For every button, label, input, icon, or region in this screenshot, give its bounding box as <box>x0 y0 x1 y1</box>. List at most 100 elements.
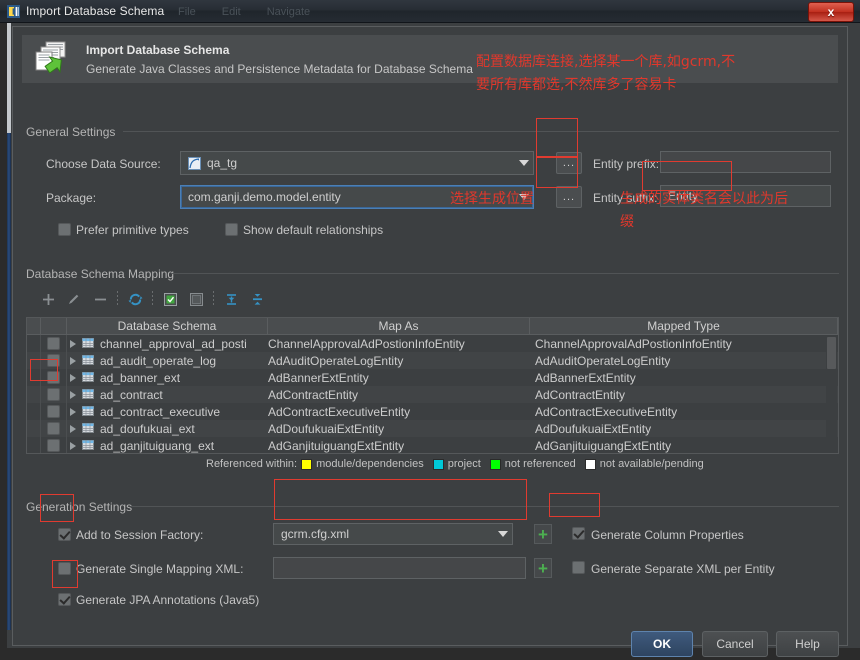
add-to-session-factory-checkbox[interactable] <box>58 528 71 541</box>
row-map-as-cell[interactable]: AdGanjituiguangExtEntity <box>268 437 530 453</box>
row-map-as-cell[interactable]: AdAuditOperateLogEntity <box>268 352 530 369</box>
remove-button[interactable] <box>87 288 113 310</box>
row-mapped-type: AdContractEntity <box>535 387 626 402</box>
package-combo[interactable]: com.ganji.demo.model.entity <box>180 185 534 209</box>
generate-jpa-annotations-checkbox[interactable] <box>58 593 71 606</box>
refresh-button[interactable] <box>122 288 148 310</box>
package-browse-button[interactable]: ... <box>556 186 582 208</box>
row-map-as-cell[interactable]: AdContractExecutiveEntity <box>268 403 530 420</box>
row-map-as-cell[interactable]: AdBannerExtEntity <box>268 369 530 386</box>
row-checkbox-cell[interactable] <box>41 386 67 403</box>
generate-single-mapping-xml-checkbox[interactable] <box>58 562 71 575</box>
row-mapped-type-cell[interactable]: AdAuditOperateLogEntity <box>530 352 838 369</box>
row-checkbox-cell[interactable] <box>41 352 67 369</box>
generate-column-properties-checkbox[interactable] <box>572 527 585 540</box>
table-row[interactable]: ad_contract_executive AdContractExecutive… <box>27 403 838 420</box>
entity-suffix-value: Entity <box>668 189 699 203</box>
row-mapped-type-cell[interactable]: AdGanjituiguangExtEntity <box>530 437 838 453</box>
cancel-button[interactable]: Cancel <box>702 631 768 657</box>
table-row[interactable]: ad_audit_operate_log AdAuditOperateLogEnt… <box>27 352 838 369</box>
table-row[interactable]: ad_ganjituiguang_ext AdGanjituiguangExtEn… <box>27 437 838 453</box>
row-checkbox-cell[interactable] <box>41 437 67 453</box>
add-single-mapping-xml-button[interactable]: + <box>534 558 552 578</box>
row-map-as: AdContractExecutiveEntity <box>268 404 411 419</box>
row-mapped-type-cell[interactable]: AdContractEntity <box>530 386 838 403</box>
row-mapped-type-cell[interactable]: ChannelApprovalAdPostionInfoEntity <box>530 335 838 352</box>
row-checkbox[interactable] <box>47 422 60 435</box>
table-icon <box>82 405 94 419</box>
table-vertical-scrollbar[interactable] <box>826 335 837 452</box>
collapse-all-button[interactable] <box>244 288 270 310</box>
ghost-menu-item: Navigate <box>266 6 311 18</box>
row-checkbox[interactable] <box>47 388 60 401</box>
table-icon <box>82 337 94 351</box>
row-schema-cell[interactable]: ad_doufukuai_ext <box>67 420 268 437</box>
close-button[interactable]: x <box>808 2 854 22</box>
expand-triangle-icon[interactable] <box>70 441 76 450</box>
deselect-all-button[interactable] <box>183 288 209 310</box>
row-checkbox[interactable] <box>47 371 60 384</box>
banner-title: Import Database Schema <box>86 42 230 57</box>
expand-triangle-icon[interactable] <box>70 407 76 416</box>
expand-triangle-icon[interactable] <box>70 390 76 399</box>
schema-table[interactable]: Database Schema Map As Mapped Type chann… <box>26 317 839 454</box>
row-map-as: AdGanjituiguangExtEntity <box>268 438 405 453</box>
session-factory-combo[interactable]: gcrm.cfg.xml <box>273 523 513 545</box>
expand-all-button[interactable] <box>218 288 244 310</box>
chevron-down-icon[interactable] <box>515 152 533 174</box>
row-checkbox[interactable] <box>47 405 60 418</box>
add-button[interactable] <box>35 288 61 310</box>
show-default-relationships-checkbox[interactable] <box>225 223 238 236</box>
row-schema-cell[interactable]: channel_approval_ad_posti <box>67 335 268 352</box>
row-mapped-type-cell[interactable]: AdContractExecutiveEntity <box>530 403 838 420</box>
expand-triangle-icon[interactable] <box>70 424 76 433</box>
generate-separate-xml-checkbox[interactable] <box>572 561 585 574</box>
row-gutter <box>27 420 41 437</box>
generate-separate-xml-label: Generate Separate XML per Entity <box>591 562 775 576</box>
expand-triangle-icon[interactable] <box>70 339 76 348</box>
row-map-as-cell[interactable]: AdContractEntity <box>268 386 530 403</box>
row-map-as: AdBannerExtEntity <box>268 370 369 385</box>
help-button[interactable]: Help <box>776 631 839 657</box>
row-checkbox[interactable] <box>47 354 60 367</box>
row-mapped-type-cell[interactable]: AdDoufukuaiExtEntity <box>530 420 838 437</box>
row-mapped-type-cell[interactable]: AdBannerExtEntity <box>530 369 838 386</box>
data-source-browse-button[interactable]: ... <box>556 152 582 174</box>
row-schema-cell[interactable]: ad_banner_ext <box>67 369 268 386</box>
row-checkbox-cell[interactable] <box>41 369 67 386</box>
row-map-as: AdContractEntity <box>268 387 359 402</box>
single-mapping-xml-input[interactable] <box>273 557 526 579</box>
row-schema-cell[interactable]: ad_audit_operate_log <box>67 352 268 369</box>
row-map-as-cell[interactable]: ChannelApprovalAdPostionInfoEntity <box>268 335 530 352</box>
entity-prefix-input[interactable] <box>660 151 831 173</box>
row-checkbox[interactable] <box>47 439 60 452</box>
row-schema-cell[interactable]: ad_contract_executive <box>67 403 268 420</box>
ok-button[interactable]: OK <box>631 631 693 657</box>
chevron-down-icon[interactable] <box>515 186 533 208</box>
scrollbar-thumb[interactable] <box>827 337 836 369</box>
row-checkbox-cell[interactable] <box>41 335 67 352</box>
row-schema-name: ad_doufukuai_ext <box>100 421 195 436</box>
row-checkbox[interactable] <box>47 337 60 350</box>
show-default-relationships-label: Show default relationships <box>243 223 384 237</box>
row-checkbox-cell[interactable] <box>41 403 67 420</box>
expand-triangle-icon[interactable] <box>70 356 76 365</box>
table-row[interactable]: channel_approval_ad_posti ChannelApproval… <box>27 335 838 352</box>
add-session-factory-file-button[interactable]: + <box>534 524 552 544</box>
edit-button[interactable] <box>61 288 87 310</box>
row-map-as-cell[interactable]: AdDoufukuaiExtEntity <box>268 420 530 437</box>
data-source-combo[interactable]: qa_tg <box>180 151 534 175</box>
data-source-value: qa_tg <box>207 156 238 170</box>
chevron-down-icon[interactable] <box>494 524 512 544</box>
table-row[interactable]: ad_doufukuai_ext AdDoufukuaiExtEntity AdDo… <box>27 420 838 437</box>
row-checkbox-cell[interactable] <box>41 420 67 437</box>
table-row[interactable]: ad_banner_ext AdBannerExtEntity AdBannerEx… <box>27 369 838 386</box>
row-schema-cell[interactable]: ad_contract <box>67 386 268 403</box>
select-all-button[interactable] <box>157 288 183 310</box>
entity-suffix-input[interactable]: Entity <box>660 185 831 207</box>
prefer-primitive-types-checkbox[interactable] <box>58 223 71 236</box>
legend-swatch-module <box>301 458 313 470</box>
expand-triangle-icon[interactable] <box>70 373 76 382</box>
row-schema-cell[interactable]: ad_ganjituiguang_ext <box>67 437 268 453</box>
table-row[interactable]: ad_contract AdContractEntity AdContractEnt… <box>27 386 838 403</box>
